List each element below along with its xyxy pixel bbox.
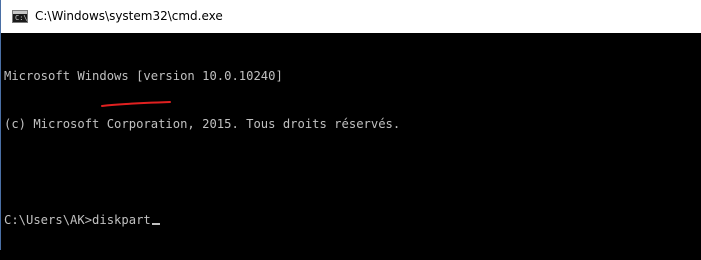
- red-underline-annotation: [101, 101, 171, 107]
- console-line-copyright: (c) Microsoft Corporation, 2015. Tous dr…: [4, 117, 401, 131]
- console-prompt-line[interactable]: C:\Users\AK>diskpart: [4, 212, 701, 228]
- prompt-command-text: C:\Users\AK>diskpart: [4, 213, 151, 227]
- cmd-window: C:\ C:\Windows\system32\cmd.exe Microsof…: [0, 0, 701, 250]
- console-app-icon[interactable]: C:\: [12, 10, 28, 23]
- title-bar[interactable]: C:\ C:\Windows\system32\cmd.exe: [1, 0, 701, 33]
- console-output[interactable]: Microsoft Windows [version 10.0.10240] (…: [4, 36, 701, 250]
- window-title: C:\Windows\system32\cmd.exe: [35, 9, 223, 23]
- text-cursor: [151, 223, 160, 225]
- console-line-version: Microsoft Windows [version 10.0.10240]: [4, 69, 283, 83]
- red-underline-stroke: [101, 101, 171, 107]
- console-icon-glyph: C:\: [15, 14, 28, 22]
